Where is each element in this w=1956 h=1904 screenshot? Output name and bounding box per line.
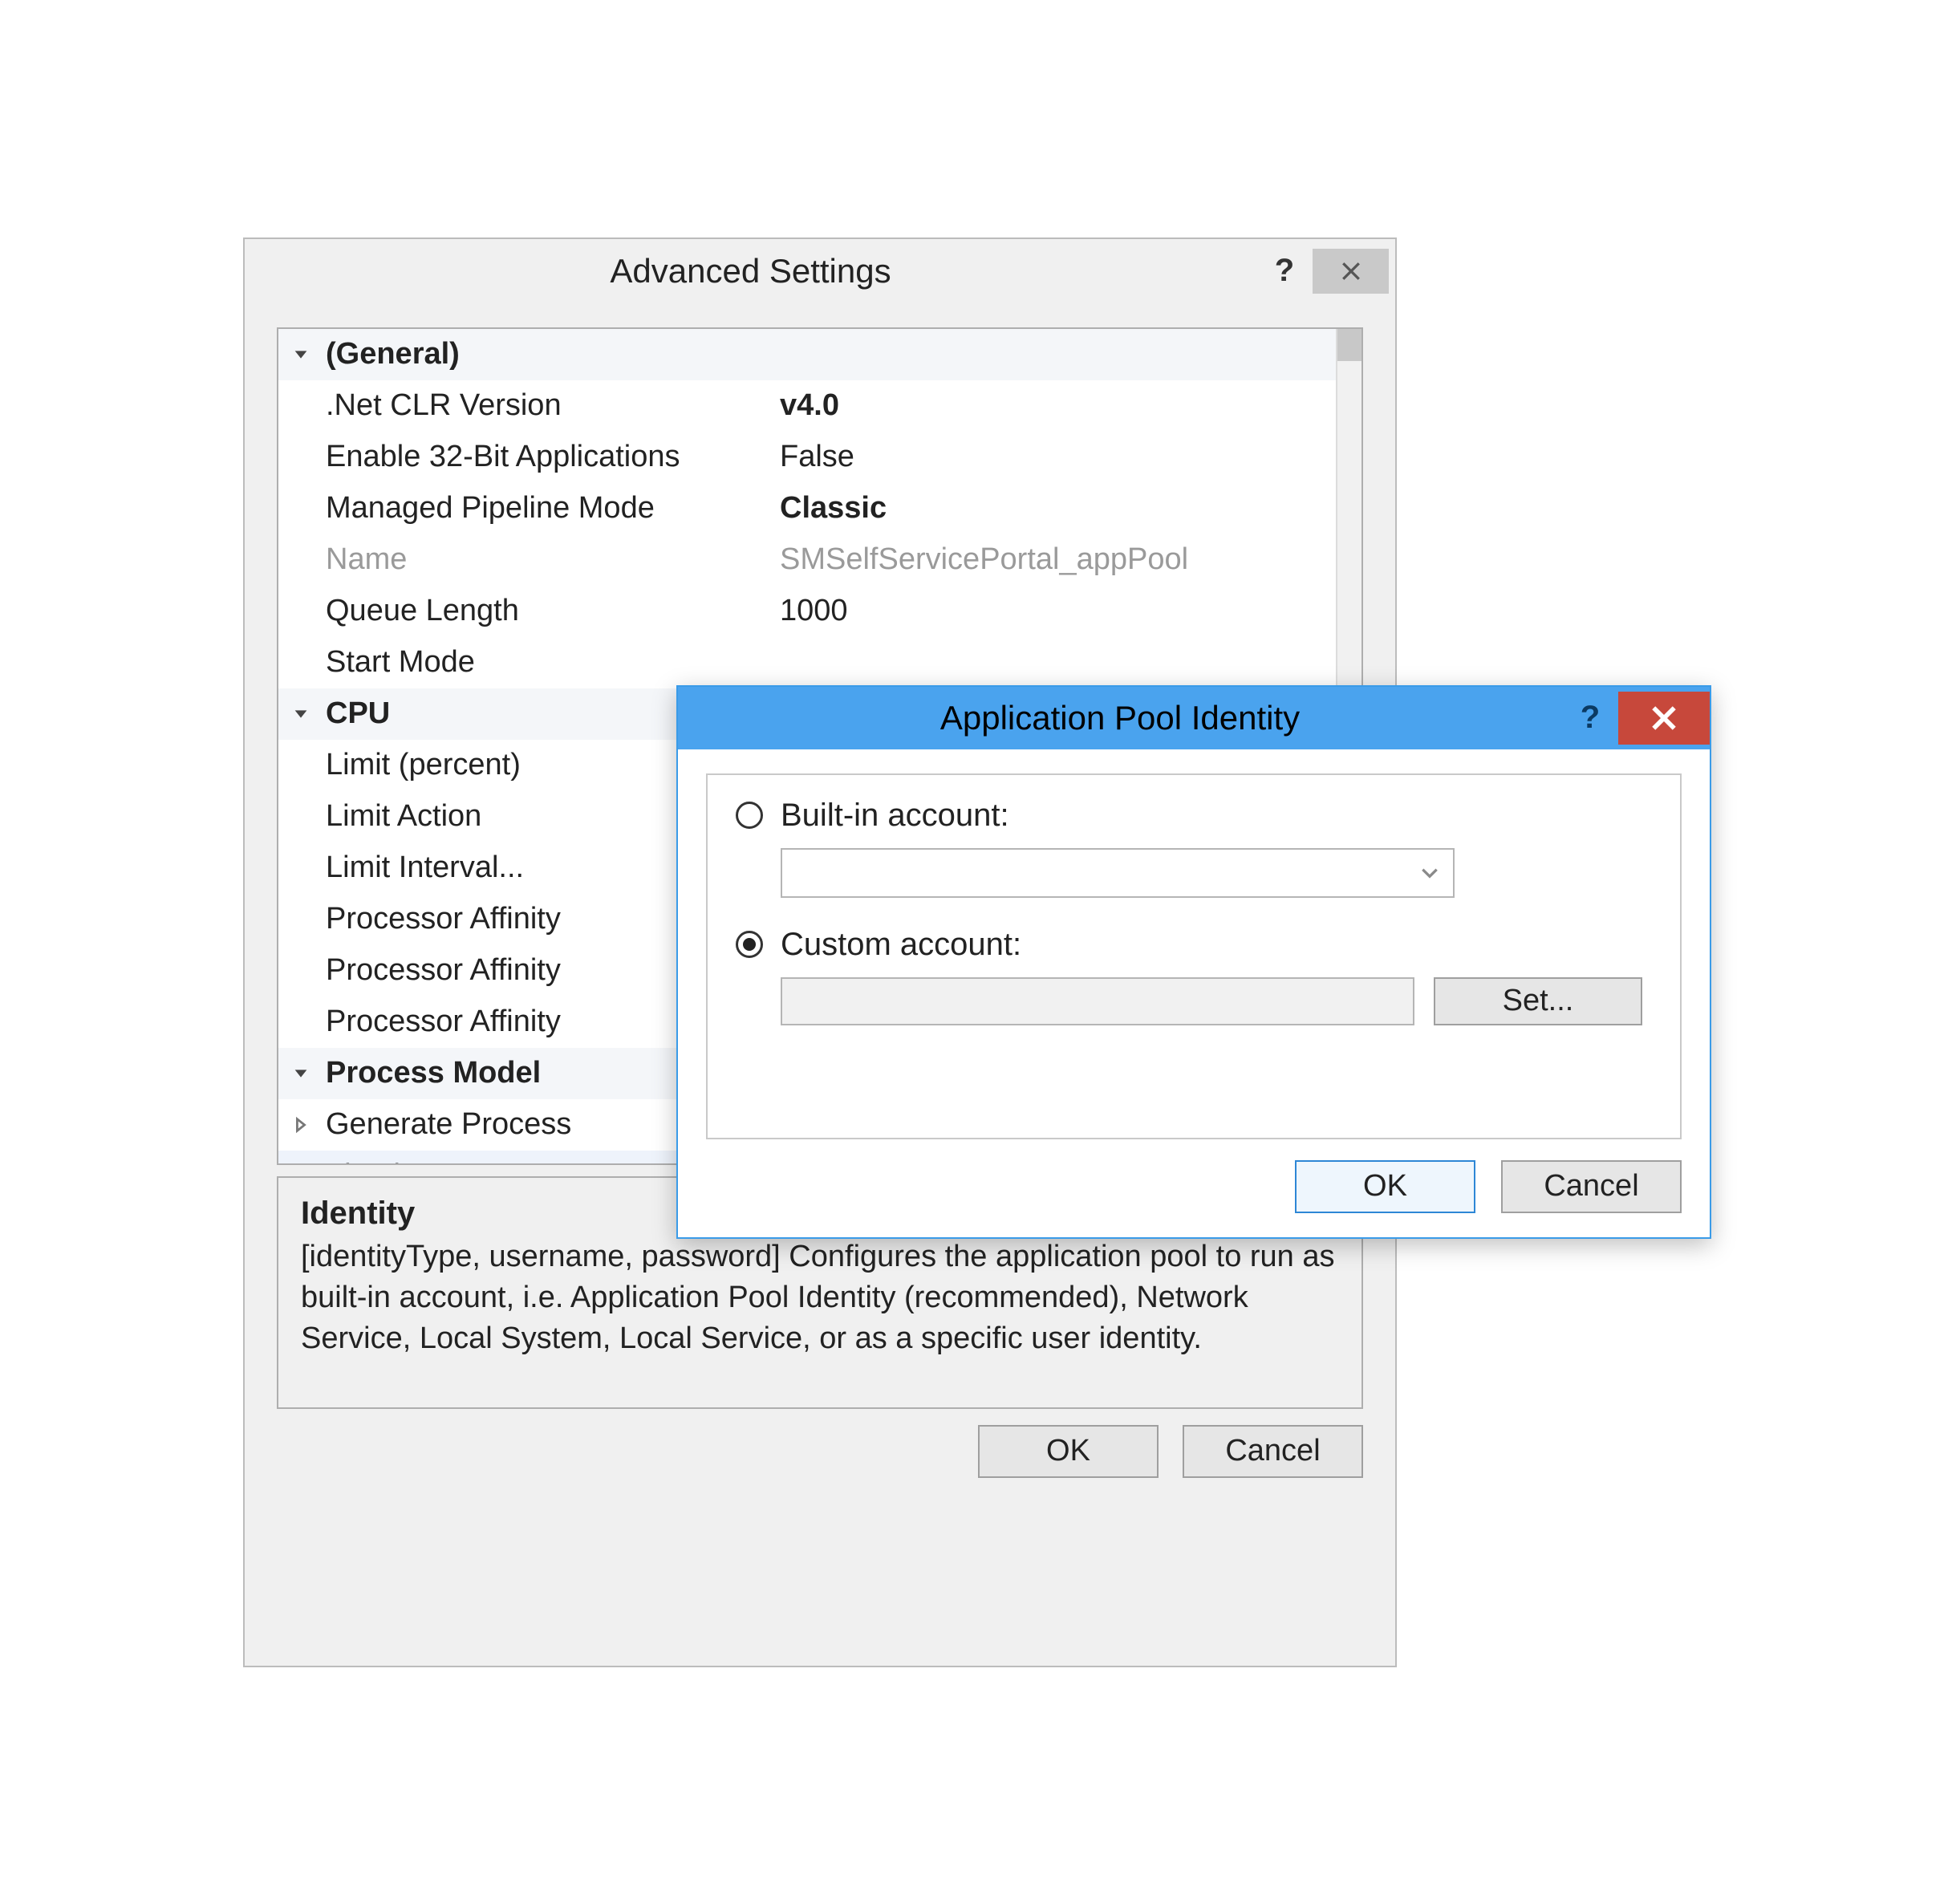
prop-label: Start Mode <box>323 645 772 680</box>
row-start-mode[interactable]: Start Mode <box>278 637 1336 688</box>
prop-label: .Net CLR Version <box>323 388 772 423</box>
builtin-account-dropdown[interactable] <box>781 848 1455 898</box>
identity-buttons: OK Cancel <box>678 1139 1710 1237</box>
scrollbar-thumb[interactable] <box>1337 329 1361 361</box>
ok-button[interactable]: OK <box>978 1425 1159 1478</box>
custom-account-field[interactable] <box>781 977 1414 1025</box>
close-icon <box>1650 704 1678 732</box>
expand-icon <box>278 346 323 363</box>
row-managed-pipeline[interactable]: Managed Pipeline Mode Classic <box>278 483 1336 534</box>
app-pool-identity-dialog: Application Pool Identity ? Built-in acc… <box>676 685 1711 1239</box>
collapse-icon <box>278 1116 323 1134</box>
category-general[interactable]: (General) <box>278 329 1336 380</box>
row-net-clr-version[interactable]: .Net CLR Version v4.0 <box>278 380 1336 432</box>
description-body: [identityType, username, password] Confi… <box>301 1236 1339 1360</box>
prop-label: Managed Pipeline Mode <box>323 491 772 526</box>
chevron-down-icon <box>1419 863 1440 883</box>
radio-selected-icon <box>736 931 763 958</box>
identity-titlebar: Application Pool Identity ? <box>678 687 1710 749</box>
advanced-settings-titlebar: Advanced Settings ? <box>245 239 1395 303</box>
radio-unselected-icon <box>736 802 763 829</box>
cancel-button[interactable]: Cancel <box>1183 1425 1363 1478</box>
prop-label: Name <box>323 542 772 577</box>
expand-icon <box>278 1065 323 1082</box>
close-icon <box>1341 261 1361 282</box>
prop-value: False <box>772 440 1336 474</box>
builtin-account-label: Built-in account: <box>781 798 1009 834</box>
ok-button[interactable]: OK <box>1295 1160 1475 1213</box>
close-button[interactable] <box>1313 249 1389 294</box>
prop-value: SMSelfServicePortal_appPool <box>772 542 1336 577</box>
cancel-button[interactable]: Cancel <box>1501 1160 1682 1213</box>
row-name: Name SMSelfServicePortal_appPool <box>278 534 1336 586</box>
prop-value: 1000 <box>772 594 1336 628</box>
advanced-settings-title: Advanced Settings <box>245 252 1256 290</box>
identity-body: Built-in account: Custom account: Set... <box>706 773 1682 1139</box>
help-button[interactable]: ? <box>1562 687 1618 749</box>
custom-account-label: Custom account: <box>781 927 1021 963</box>
help-button[interactable]: ? <box>1256 239 1313 303</box>
prop-value: Classic <box>772 491 1336 526</box>
custom-account-option[interactable]: Custom account: <box>736 927 1652 963</box>
advanced-settings-buttons: OK Cancel <box>277 1420 1363 1478</box>
row-queue-length[interactable]: Queue Length 1000 <box>278 586 1336 637</box>
prop-label: Enable 32-Bit Applications <box>323 440 772 474</box>
row-enable-32bit[interactable]: Enable 32-Bit Applications False <box>278 432 1336 483</box>
set-button[interactable]: Set... <box>1434 977 1642 1025</box>
builtin-account-option[interactable]: Built-in account: <box>736 798 1652 834</box>
prop-value: v4.0 <box>772 388 1336 423</box>
identity-title: Application Pool Identity <box>678 699 1562 737</box>
prop-label: Queue Length <box>323 594 772 628</box>
expand-icon <box>278 705 323 723</box>
close-button[interactable] <box>1618 692 1710 745</box>
category-label: (General) <box>323 337 772 371</box>
